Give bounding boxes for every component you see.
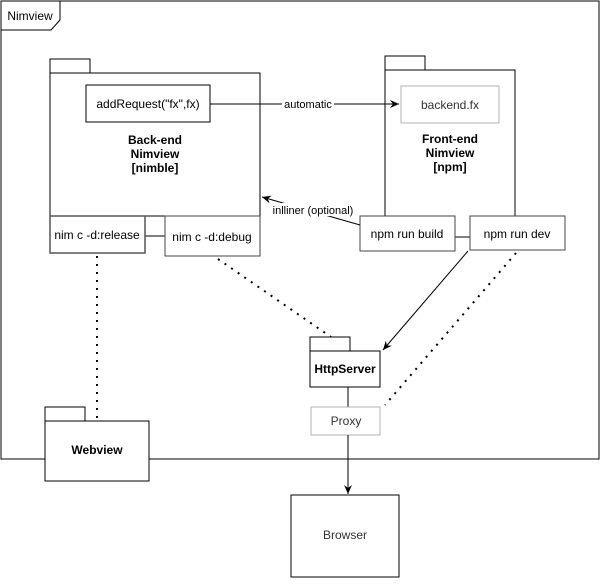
automatic-label: automatic <box>284 99 332 111</box>
add-request-label: addRequest("fx",fx) <box>96 97 199 111</box>
frontend-package[interactable]: Front-end Nimview [npm] <box>384 55 516 238</box>
webview-label: Webview <box>71 443 123 457</box>
webview-package[interactable]: Webview <box>44 406 150 482</box>
backend-package[interactable]: Back-end Nimview [nimble] <box>49 58 261 217</box>
edge-inliner: inlliner (optional) <box>261 195 361 226</box>
npm-build-label: npm run build <box>371 227 444 241</box>
release-box[interactable]: nim c -d:release <box>49 215 146 254</box>
proxy-label: Proxy <box>331 414 362 428</box>
edge-dev-httpserver <box>382 250 469 351</box>
release-label: nim c -d:release <box>54 228 140 242</box>
frontend-title-2: Nimview <box>426 146 475 160</box>
npm-build-box[interactable]: npm run build <box>359 215 456 252</box>
frontend-title-1: Front-end <box>422 132 478 146</box>
debug-box[interactable]: nim c -d:debug <box>164 215 261 257</box>
backend-fx-box[interactable]: backend.fx <box>400 85 500 124</box>
browser-box[interactable]: Browser <box>290 494 400 578</box>
architecture-diagram: Nimview Back-end Nimview [nimble] addReq… <box>0 0 600 578</box>
proxy-box[interactable]: Proxy <box>310 406 381 436</box>
backend-title-2: Nimview <box>131 147 180 161</box>
backend-title-3: [nimble] <box>132 161 179 175</box>
npm-dev-box[interactable]: npm run dev <box>469 215 566 251</box>
backend-fx-label: backend.fx <box>421 98 479 112</box>
edge-dev-proxy <box>384 252 517 406</box>
httpserver-label: HttpServer <box>314 362 376 376</box>
httpserver-package[interactable]: HttpServer <box>309 336 381 388</box>
backend-title-1: Back-end <box>128 133 182 147</box>
browser-label: Browser <box>323 528 367 542</box>
inliner-label: inlliner (optional) <box>273 205 354 217</box>
frame-title: Nimview <box>7 9 53 23</box>
npm-dev-label: npm run dev <box>484 227 551 241</box>
edge-debug-httpserver <box>217 258 332 338</box>
debug-label: nim c -d:debug <box>172 230 251 244</box>
frontend-title-3: [npm] <box>433 160 466 174</box>
add-request-box[interactable]: addRequest("fx",fx) <box>85 84 211 123</box>
